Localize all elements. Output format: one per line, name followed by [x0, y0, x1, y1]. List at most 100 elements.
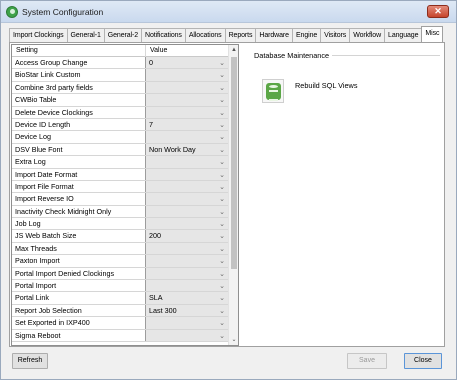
setting-value-dropdown[interactable]: ⌄	[146, 81, 229, 94]
setting-value-dropdown[interactable]: ⌄	[146, 242, 229, 255]
setting-name-cell[interactable]: Device Log	[12, 131, 146, 143]
table-row[interactable]: Portal Link SLA ⌄	[12, 292, 229, 305]
chevron-down-icon[interactable]: ⌄	[219, 145, 225, 155]
setting-name-cell[interactable]: Portal Link	[12, 292, 146, 304]
table-row[interactable]: Set Exported in IXP400 ⌄	[12, 317, 229, 330]
tab-engine[interactable]: Engine	[291, 28, 322, 42]
tab-visitors[interactable]: Visitors	[320, 28, 351, 42]
table-row[interactable]: CWBio Table ⌄	[12, 94, 229, 107]
table-row[interactable]: Delete Device Clockings ⌄	[12, 106, 229, 119]
setting-name-cell[interactable]: Job Log	[12, 218, 146, 230]
tab-reports[interactable]: Reports	[224, 28, 257, 42]
tab-workflow[interactable]: Workflow	[349, 28, 386, 42]
setting-name-cell[interactable]: Paxton Import	[12, 255, 146, 267]
chevron-down-icon[interactable]: ⌄	[219, 256, 225, 266]
setting-name-cell[interactable]: JS Web Batch Size	[12, 230, 146, 242]
chevron-down-icon[interactable]: ⌄	[219, 83, 225, 93]
chevron-down-icon[interactable]: ⌄	[219, 207, 225, 217]
tab-language[interactable]: Language	[384, 28, 423, 42]
setting-value-dropdown[interactable]: ⌄	[146, 94, 229, 106]
setting-value-dropdown[interactable]: ⌄	[146, 329, 229, 341]
chevron-down-icon[interactable]: ⌄	[219, 281, 225, 291]
table-row[interactable]: Import Date Format ⌄	[12, 168, 229, 181]
setting-value-dropdown[interactable]: ⌄	[146, 168, 229, 180]
tab-notifications[interactable]: Notifications	[141, 28, 186, 42]
setting-name-cell[interactable]: Inactivity Check Midnight Only	[12, 205, 146, 218]
chevron-down-icon[interactable]: ⌄	[219, 170, 225, 180]
setting-value-dropdown[interactable]: ⌄	[146, 317, 229, 329]
setting-name-cell[interactable]: Delete Device Clockings	[12, 106, 146, 118]
setting-name-cell[interactable]: Import File Format	[12, 180, 146, 193]
setting-name-cell[interactable]: Device ID Length	[12, 118, 146, 131]
chevron-down-icon[interactable]: ⌄	[219, 182, 225, 192]
chevron-down-icon[interactable]: ⌄	[219, 194, 225, 204]
chevron-down-icon[interactable]: ⌄	[219, 95, 225, 105]
table-row[interactable]: Device ID Length 7 ⌄	[12, 118, 229, 132]
chevron-down-icon[interactable]: ⌄	[219, 120, 225, 130]
chevron-down-icon[interactable]: ⌄	[219, 157, 225, 167]
setting-value-dropdown[interactable]: ⌄	[146, 106, 229, 118]
setting-value-dropdown[interactable]: ⌄	[146, 193, 229, 205]
table-row[interactable]: BioStar Link Custom ⌄	[12, 69, 229, 82]
table-row[interactable]: Report Job Selection Last 300 ⌄	[12, 304, 229, 318]
setting-value-dropdown[interactable]: ⌄	[146, 280, 229, 292]
setting-value-dropdown[interactable]: ⌄	[146, 267, 229, 280]
grid-vertical-scrollbar[interactable]: ▲ ⌄	[228, 45, 238, 345]
chevron-down-icon[interactable]: ⌄	[219, 231, 225, 241]
setting-value-dropdown[interactable]: Non Work Day ⌄	[146, 143, 229, 156]
tab-general-1[interactable]: General-1	[66, 28, 105, 42]
setting-value-dropdown[interactable]: ⌄	[146, 255, 229, 267]
setting-name-cell[interactable]: CWBio Table	[12, 94, 146, 106]
column-header-value[interactable]: Value	[150, 47, 167, 54]
column-header-setting[interactable]: Setting	[16, 47, 38, 54]
chevron-down-icon[interactable]: ⌄	[219, 132, 225, 142]
table-row[interactable]: Job Log ⌄	[12, 218, 229, 231]
setting-name-cell[interactable]: Import Reverse IO	[12, 193, 146, 205]
tab-general-2[interactable]: General-2	[103, 28, 142, 42]
rebuild-sql-views-button[interactable]	[262, 79, 284, 103]
setting-name-cell[interactable]: Portal Import	[12, 280, 146, 292]
table-row[interactable]: Access Group Change 0 ⌄	[12, 57, 229, 70]
setting-value-dropdown[interactable]: Last 300 ⌄	[146, 304, 229, 317]
chevron-down-icon[interactable]: ⌄	[219, 331, 225, 341]
setting-value-dropdown[interactable]: 0 ⌄	[146, 57, 229, 69]
setting-name-cell[interactable]: Extra Log	[12, 156, 146, 168]
table-row[interactable]: Portal Import ⌄	[12, 280, 229, 293]
rebuild-sql-views-label[interactable]: Rebuild SQL Views	[295, 81, 357, 90]
table-row[interactable]: Extra Log ⌄	[12, 156, 229, 169]
refresh-button[interactable]: Refresh	[12, 353, 48, 369]
setting-name-cell[interactable]: Set Exported in IXP400	[12, 317, 146, 329]
save-button[interactable]: Save	[347, 353, 387, 369]
tab-hardware[interactable]: Hardware	[255, 28, 293, 42]
table-row[interactable]: Combine 3rd party fields ⌄	[12, 81, 229, 95]
setting-value-dropdown[interactable]: ⌄	[146, 218, 229, 230]
setting-name-cell[interactable]: Access Group Change	[12, 57, 146, 69]
setting-value-dropdown[interactable]: ⌄	[146, 156, 229, 168]
setting-value-dropdown[interactable]: 7 ⌄	[146, 118, 229, 131]
chevron-down-icon[interactable]: ⌄	[219, 219, 225, 229]
table-row[interactable]: JS Web Batch Size 200 ⌄	[12, 230, 229, 243]
setting-name-cell[interactable]: Import Date Format	[12, 168, 146, 180]
setting-value-dropdown[interactable]: 200 ⌄	[146, 230, 229, 242]
table-row[interactable]: Paxton Import ⌄	[12, 255, 229, 268]
tab-allocations[interactable]: Allocations	[184, 28, 226, 42]
setting-name-cell[interactable]: Combine 3rd party fields	[12, 81, 146, 94]
setting-name-cell[interactable]: Max Threads	[12, 242, 146, 255]
setting-name-cell[interactable]: Report Job Selection	[12, 304, 146, 317]
setting-value-dropdown[interactable]: ⌄	[146, 69, 229, 81]
table-row[interactable]: Import File Format ⌄	[12, 180, 229, 194]
table-row[interactable]: Import Reverse IO ⌄	[12, 193, 229, 206]
window-close-button[interactable]: ✕	[427, 5, 449, 18]
setting-name-cell[interactable]: BioStar Link Custom	[12, 69, 146, 81]
table-row[interactable]: Portal Import Denied Clockings ⌄	[12, 267, 229, 281]
chevron-down-icon[interactable]: ⌄	[219, 269, 225, 279]
chevron-down-icon[interactable]: ⌄	[219, 58, 225, 68]
column-divider[interactable]	[145, 45, 146, 57]
chevron-down-icon[interactable]: ⌄	[219, 244, 225, 254]
chevron-down-icon[interactable]: ⌄	[219, 108, 225, 118]
tab-misc[interactable]: Misc	[421, 26, 444, 42]
chevron-down-icon[interactable]: ⌄	[219, 293, 225, 303]
chevron-down-icon[interactable]: ⌄	[219, 70, 225, 80]
setting-value-dropdown[interactable]: ⌄	[146, 180, 229, 193]
table-row[interactable]: Device Log ⌄	[12, 131, 229, 144]
